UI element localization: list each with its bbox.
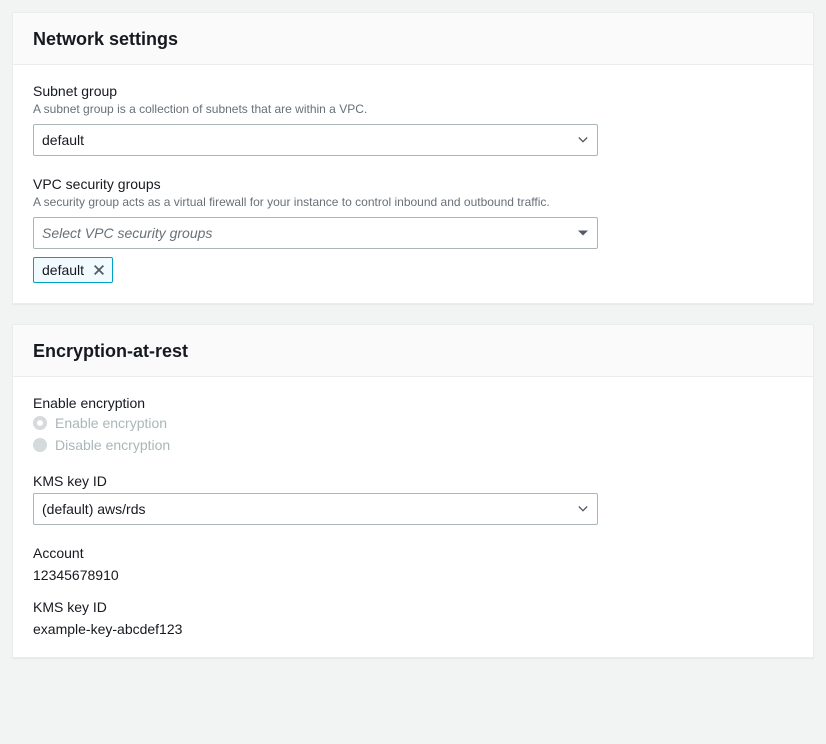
network-settings-title: Network settings (33, 29, 793, 50)
subnet-group-select-value: default (42, 132, 84, 148)
encryption-title: Encryption-at-rest (33, 341, 793, 362)
vpc-token-row: default (33, 257, 793, 283)
vpc-security-groups-select-wrapper: Select VPC security groups (33, 217, 598, 249)
vpc-token-label: default (42, 262, 84, 278)
account-field: Account 12345678910 (33, 545, 793, 583)
subnet-group-select[interactable]: default (33, 124, 598, 156)
subnet-group-description: A subnet group is a collection of subnet… (33, 101, 793, 118)
vpc-security-groups-label: VPC security groups (33, 176, 793, 192)
kms-key-select-label: KMS key ID (33, 473, 793, 489)
enable-encryption-field: Enable encryption Enable encryption Disa… (33, 395, 793, 453)
account-value: 12345678910 (33, 567, 793, 583)
kms-key-select-field: KMS key ID (default) aws/rds (33, 473, 793, 525)
account-label: Account (33, 545, 793, 561)
encryption-panel: Encryption-at-rest Enable encryption Ena… (12, 324, 814, 658)
enable-encryption-radio-group: Enable encryption Disable encryption (33, 415, 793, 453)
network-settings-body: Subnet group A subnet group is a collect… (13, 65, 813, 303)
enable-encryption-label: Enable encryption (33, 395, 793, 411)
vpc-security-groups-placeholder: Select VPC security groups (42, 225, 212, 241)
subnet-group-label: Subnet group (33, 83, 793, 99)
radio-icon (33, 438, 47, 452)
kms-key-select-wrapper: (default) aws/rds (33, 493, 598, 525)
radio-icon (33, 416, 47, 430)
vpc-security-groups-description: A security group acts as a virtual firew… (33, 194, 793, 211)
kms-key-id-value: example-key-abcdef123 (33, 621, 793, 637)
subnet-group-select-wrapper: default (33, 124, 598, 156)
radio-enable-encryption[interactable]: Enable encryption (33, 415, 793, 431)
vpc-security-groups-select[interactable]: Select VPC security groups (33, 217, 598, 249)
subnet-group-field: Subnet group A subnet group is a collect… (33, 83, 793, 156)
network-settings-header: Network settings (13, 13, 813, 65)
kms-key-select-value: (default) aws/rds (42, 501, 145, 517)
vpc-token: default (33, 257, 113, 283)
radio-enable-label: Enable encryption (55, 415, 167, 431)
close-icon[interactable] (92, 263, 106, 277)
kms-key-select[interactable]: (default) aws/rds (33, 493, 598, 525)
radio-disable-encryption[interactable]: Disable encryption (33, 437, 793, 453)
encryption-header: Encryption-at-rest (13, 325, 813, 377)
kms-key-id-field: KMS key ID example-key-abcdef123 (33, 599, 793, 637)
radio-disable-label: Disable encryption (55, 437, 170, 453)
kms-key-id-label: KMS key ID (33, 599, 793, 615)
vpc-security-groups-field: VPC security groups A security group act… (33, 176, 793, 283)
encryption-body: Enable encryption Enable encryption Disa… (13, 377, 813, 657)
network-settings-panel: Network settings Subnet group A subnet g… (12, 12, 814, 304)
